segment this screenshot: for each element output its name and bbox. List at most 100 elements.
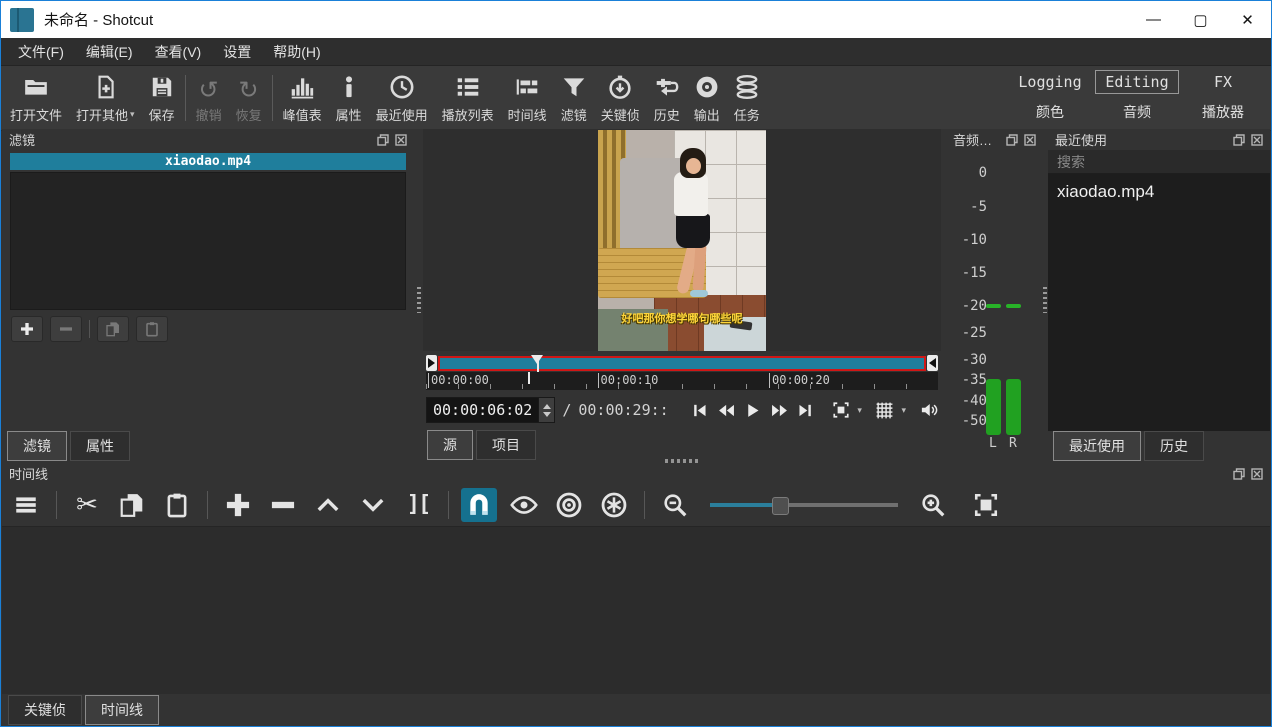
scrub-while-dragging-button[interactable] — [506, 488, 542, 522]
close-panel-icon[interactable] — [1023, 133, 1036, 146]
video-person — [676, 214, 710, 248]
skip-to-start-button[interactable] — [690, 400, 710, 420]
recent-button[interactable]: 最近使用 — [369, 67, 435, 129]
chevron-down-icon[interactable]: ▾ — [857, 405, 862, 416]
jobs-button[interactable]: 任务 — [727, 67, 767, 129]
float-panel-icon[interactable] — [1005, 133, 1018, 146]
meter-scale-label: -5 — [970, 199, 987, 215]
toolbar-separator — [272, 75, 273, 121]
open-other-button[interactable]: 打开其他▾ — [69, 67, 142, 129]
close-panel-icon[interactable] — [1250, 133, 1263, 146]
tab-source[interactable]: 源 — [427, 430, 473, 460]
menu-help[interactable]: 帮助(H) — [262, 39, 331, 65]
split-button[interactable]: ][ — [400, 488, 436, 522]
layout-player[interactable]: 播放器 — [1202, 102, 1244, 122]
history-button[interactable]: 历史 — [647, 67, 687, 129]
timeline-zoom-slider[interactable] — [710, 495, 898, 515]
tab-keyframes[interactable]: 关键侦 — [8, 695, 82, 725]
window-title: 未命名 - Shotcut — [44, 9, 153, 30]
skip-to-end-button[interactable] — [796, 400, 816, 420]
float-panel-icon[interactable] — [376, 133, 389, 146]
layout-fx[interactable]: FX — [1214, 73, 1232, 91]
tab-history[interactable]: 历史 — [1144, 431, 1204, 461]
save-button[interactable]: 保存 — [142, 67, 182, 129]
chevron-down-icon[interactable]: ▾ — [901, 405, 906, 416]
overwrite-button[interactable] — [355, 488, 391, 522]
maximize-button[interactable]: ▢ — [1177, 1, 1224, 38]
splitter-handle[interactable] — [665, 459, 699, 463]
minimize-button[interactable]: — — [1130, 1, 1177, 38]
recent-list-item[interactable]: xiaodao.mp4 — [1057, 182, 1261, 202]
tab-filters[interactable]: 滤镜 — [7, 431, 67, 461]
tab-project[interactable]: 项目 — [476, 430, 536, 460]
volume-button[interactable] — [919, 400, 939, 420]
open-file-button[interactable]: 打开文件 — [3, 67, 69, 129]
undo-button[interactable]: ↺ 撤销 — [189, 67, 229, 129]
recent-panel-header: 最近使用 — [1048, 129, 1270, 150]
menu-settings[interactable]: 设置 — [212, 39, 262, 65]
scrubber — [426, 354, 938, 372]
tab-properties[interactable]: 属性 — [70, 431, 130, 461]
splitter-handle[interactable] — [417, 287, 421, 313]
fast-forward-button[interactable] — [770, 400, 790, 420]
time-ruler[interactable]: 00:00:00 00:00:10 00:00:20 — [426, 372, 938, 390]
spin-up-icon[interactable] — [543, 404, 551, 409]
play-button[interactable] — [743, 400, 763, 420]
zoom-fit-button[interactable] — [968, 488, 1004, 522]
tab-timeline[interactable]: 时间线 — [85, 695, 159, 725]
ripple-toggle-button[interactable] — [551, 488, 587, 522]
zoom-fit-player-button[interactable] — [831, 400, 851, 420]
out-point-marker[interactable] — [927, 355, 938, 371]
current-time-field[interactable]: 00:00:06:02 — [426, 397, 555, 423]
menu-view[interactable]: 查看(V) — [144, 39, 213, 65]
layout-editing[interactable]: Editing — [1095, 70, 1178, 94]
rewind-button[interactable] — [716, 400, 736, 420]
layout-color[interactable]: 颜色 — [1036, 102, 1064, 122]
copy-filters-button[interactable] — [97, 316, 129, 342]
float-panel-icon[interactable] — [1232, 133, 1245, 146]
timeline-button[interactable]: 时间线 — [501, 67, 554, 129]
close-button[interactable]: ✕ — [1224, 1, 1271, 38]
tab-recent[interactable]: 最近使用 — [1053, 431, 1141, 461]
lift-button[interactable] — [310, 488, 346, 522]
close-panel-icon[interactable] — [394, 133, 407, 146]
cut-button[interactable]: ✂ — [69, 488, 105, 522]
remove-filter-button[interactable] — [50, 316, 82, 342]
playhead[interactable] — [531, 355, 543, 364]
snap-toggle-button[interactable] — [461, 488, 497, 522]
close-panel-icon[interactable] — [1250, 467, 1263, 480]
zoom-out-button[interactable] — [657, 488, 693, 522]
splitter-handle[interactable] — [1043, 287, 1047, 313]
export-button[interactable]: 输出 — [687, 67, 727, 129]
redo-button[interactable]: ↻ 恢复 — [229, 67, 269, 129]
timeline-tracks-area[interactable] — [2, 526, 1270, 694]
scrub-bar[interactable] — [438, 356, 926, 371]
paste-filters-button[interactable] — [136, 316, 168, 342]
search-input[interactable] — [1055, 153, 1263, 171]
menu-edit[interactable]: 编辑(E) — [75, 39, 144, 65]
time-spinner[interactable] — [538, 398, 554, 422]
add-filter-button[interactable] — [11, 316, 43, 342]
grid-button[interactable] — [875, 400, 895, 420]
keyframes-button[interactable]: 关键侦 — [594, 67, 647, 129]
channel-label-left: L — [989, 436, 997, 451]
playlist-button[interactable]: 播放列表 — [435, 67, 501, 129]
layout-audio[interactable]: 音频 — [1123, 102, 1151, 122]
copy-button[interactable] — [114, 488, 150, 522]
paste-button[interactable] — [159, 488, 195, 522]
append-button[interactable] — [220, 488, 256, 522]
current-time-value[interactable]: 00:00:06:02 — [427, 398, 538, 422]
zoom-in-button[interactable] — [915, 488, 951, 522]
float-panel-icon[interactable] — [1232, 467, 1245, 480]
ripple-delete-button[interactable] — [265, 488, 301, 522]
in-point-marker[interactable] — [426, 355, 437, 371]
filters-button[interactable]: 滤镜 — [554, 67, 594, 129]
spin-down-icon[interactable] — [543, 412, 551, 417]
slider-handle[interactable] — [772, 497, 789, 515]
peak-meter-button[interactable]: 峰值表 — [276, 67, 329, 129]
layout-logging[interactable]: Logging — [1018, 73, 1081, 91]
timeline-menu-button[interactable] — [8, 488, 44, 522]
menu-file[interactable]: 文件(F) — [7, 39, 75, 65]
properties-button[interactable]: 属性 — [329, 67, 369, 129]
ripple-all-tracks-button[interactable] — [596, 488, 632, 522]
